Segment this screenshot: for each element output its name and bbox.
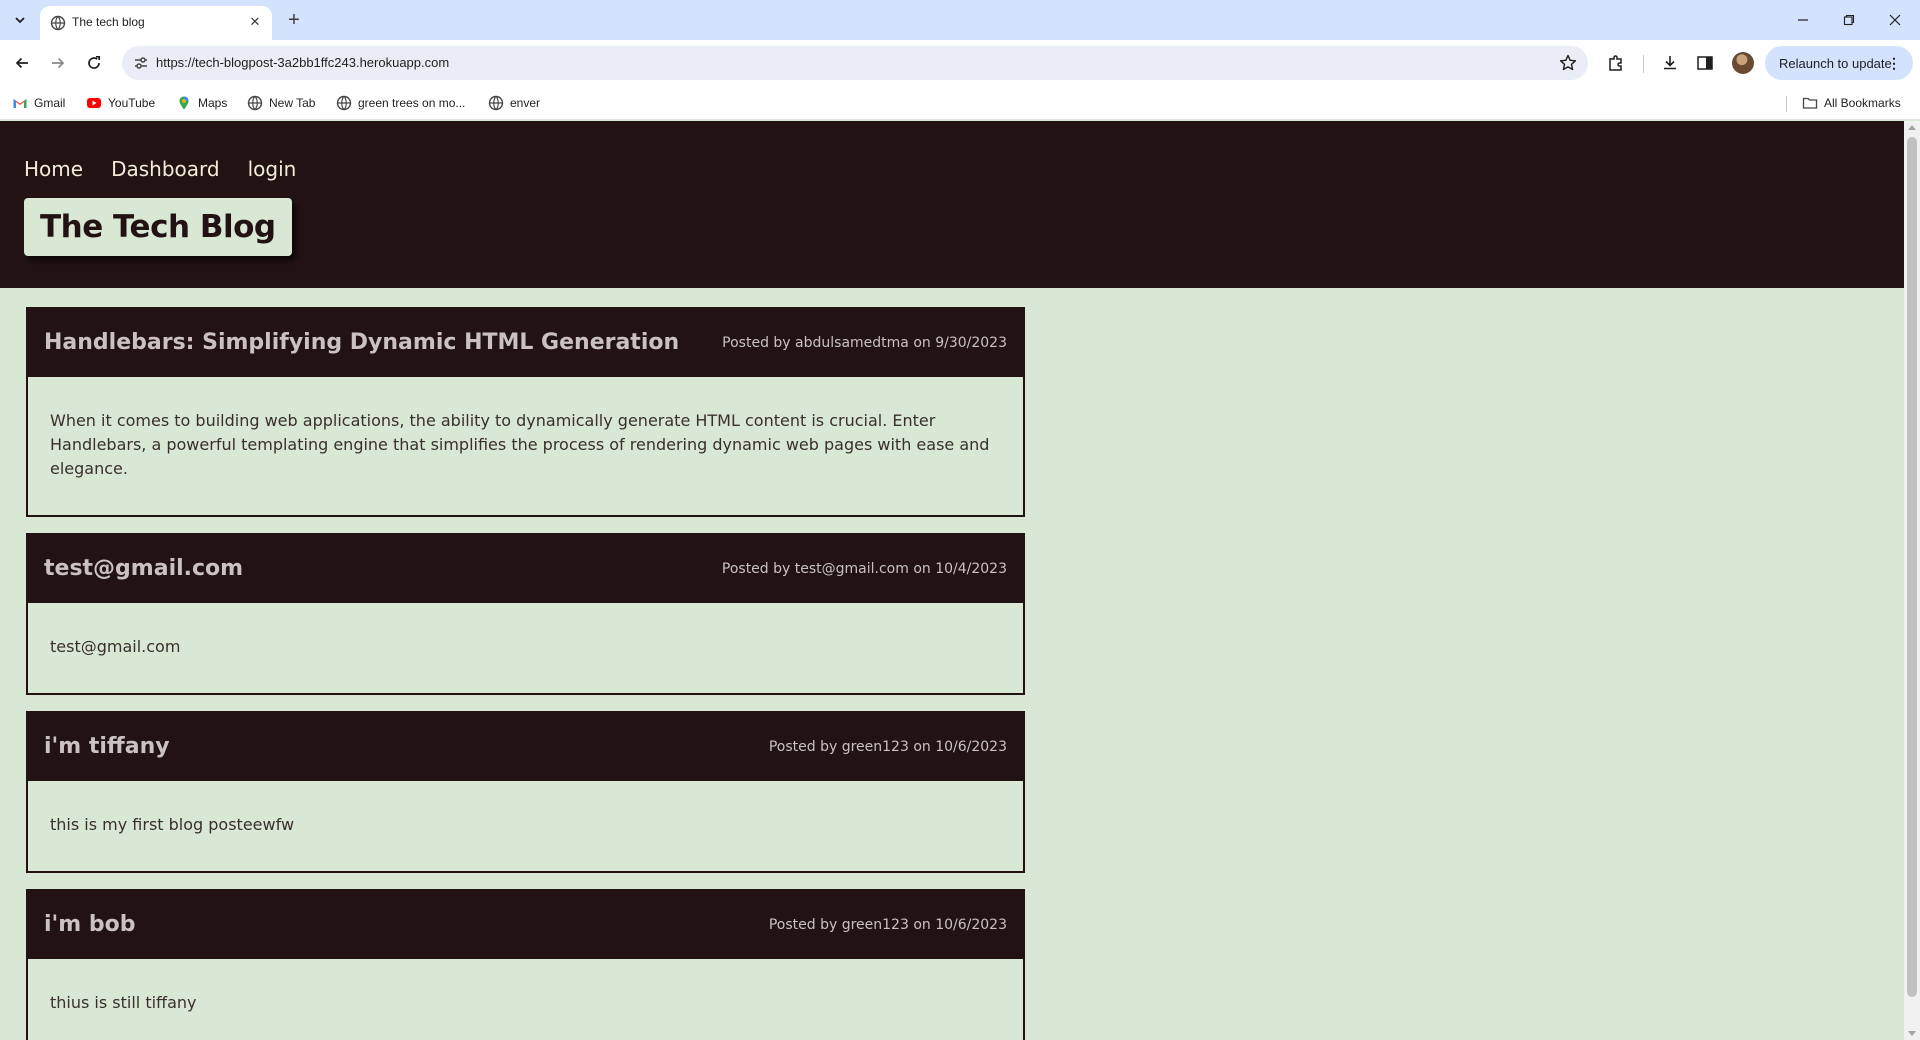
post-header: Handlebars: Simplifying Dynamic HTML Gen… [28, 309, 1023, 377]
globe-icon [488, 95, 504, 111]
address-bar[interactable]: https://tech-blogpost-3a2bb1ffc243.herok… [122, 46, 1588, 80]
post-title[interactable]: i'm tiffany [44, 713, 170, 781]
bookmark-gmail[interactable]: Gmail [12, 92, 65, 114]
page-scrollbar[interactable] [1904, 121, 1920, 1040]
scroll-up-arrow-icon[interactable] [1908, 125, 1916, 130]
post-body: thius is still tiffany [28, 959, 1023, 1040]
bookmark-label: Gmail [34, 96, 66, 110]
page-viewport: Home Dashboard login The Tech Blog Handl… [0, 121, 1904, 1040]
restore-icon[interactable] [1826, 6, 1872, 34]
active-tab[interactable]: The tech blog ✕ [40, 6, 272, 40]
reload-icon[interactable] [80, 49, 108, 77]
post-body: When it comes to building web applicatio… [28, 377, 1023, 515]
folder-icon [1802, 95, 1818, 111]
bookmark-label: Maps [198, 96, 228, 110]
post-card[interactable]: Handlebars: Simplifying Dynamic HTML Gen… [26, 307, 1025, 517]
bookmark-enver[interactable]: enver [488, 92, 540, 114]
more-vert-icon: ⋮ [1887, 55, 1901, 71]
close-tab-icon[interactable]: ✕ [246, 13, 264, 31]
post-card[interactable]: i'm bob Posted by green123 on 10/6/2023 … [26, 889, 1025, 1040]
post-header: i'm tiffany Posted by green123 on 10/6/2… [28, 713, 1023, 781]
bookmarks-bar: Gmail YouTube Maps New Tab green trees o… [0, 86, 1920, 120]
post-card[interactable]: test@gmail.com Posted by test@gmail.com … [26, 533, 1025, 695]
bookmark-maps[interactable]: Maps [176, 92, 227, 114]
nav-login-link[interactable]: login [248, 157, 297, 181]
minimize-icon[interactable] [1780, 6, 1826, 34]
bookmark-star-icon[interactable] [1558, 53, 1578, 73]
site-nav: Home Dashboard login [24, 157, 296, 181]
globe-icon [336, 95, 352, 111]
extensions-puzzle-icon[interactable] [1605, 52, 1627, 74]
toolbar-divider [1643, 55, 1644, 73]
relaunch-to-update-button[interactable]: Relaunch to update ⋮ [1765, 46, 1913, 80]
browser-toolbar: https://tech-blogpost-3a2bb1ffc243.herok… [0, 40, 1920, 86]
nav-dashboard-link[interactable]: Dashboard [111, 157, 220, 181]
site-header: Home Dashboard login The Tech Blog [0, 121, 1904, 288]
post-header: i'm bob Posted by green123 on 10/6/2023 [28, 891, 1023, 959]
tab-strip: The tech blog ✕ + [0, 0, 1920, 40]
url-text[interactable]: https://tech-blogpost-3a2bb1ffc243.herok… [156, 55, 449, 70]
bookmark-label: New Tab [269, 96, 316, 110]
forward-arrow-icon[interactable] [44, 49, 72, 77]
site-brand: The Tech Blog [24, 198, 292, 256]
bookmark-new-tab[interactable]: New Tab [247, 92, 315, 114]
scrollbar-thumb[interactable] [1907, 137, 1917, 997]
side-panel-icon[interactable] [1694, 52, 1716, 74]
youtube-icon [86, 95, 102, 111]
post-header: test@gmail.com Posted by test@gmail.com … [28, 535, 1023, 603]
globe-icon [247, 95, 263, 111]
post-list: Handlebars: Simplifying Dynamic HTML Gen… [26, 307, 1025, 1040]
site-info-tune-icon[interactable] [132, 54, 150, 72]
back-arrow-icon[interactable] [8, 49, 36, 77]
tab-title: The tech blog [72, 15, 145, 29]
relaunch-label: Relaunch to update [1779, 55, 1892, 71]
bookmark-label: enver [510, 96, 541, 110]
post-title[interactable]: Handlebars: Simplifying Dynamic HTML Gen… [44, 309, 679, 377]
bookmark-label: green trees on mo... [358, 96, 466, 110]
post-body: test@gmail.com [28, 603, 1023, 693]
maps-icon [176, 95, 192, 111]
bookmark-youtube[interactable]: YouTube [86, 92, 155, 114]
bookmarks-divider [1786, 96, 1787, 112]
tab-search-chevron-icon[interactable] [8, 8, 32, 32]
gmail-icon [12, 95, 28, 111]
bookmark-label: YouTube [108, 96, 156, 110]
post-meta: Posted by abdulsamedtma on 9/30/2023 [722, 335, 1007, 351]
download-icon[interactable] [1659, 52, 1681, 74]
all-bookmarks-label: All Bookmarks [1824, 96, 1901, 110]
post-title[interactable]: test@gmail.com [44, 535, 243, 603]
post-meta: Posted by green123 on 10/6/2023 [768, 739, 1007, 755]
post-meta: Posted by test@gmail.com on 10/4/2023 [721, 561, 1007, 577]
post-card[interactable]: i'm tiffany Posted by green123 on 10/6/2… [26, 711, 1025, 873]
bookmark-green-trees[interactable]: green trees on mo... [336, 92, 465, 114]
site-title: The Tech Blog [40, 209, 276, 245]
close-window-icon[interactable] [1872, 6, 1918, 34]
post-body: this is my first blog posteewfw [28, 781, 1023, 871]
nav-home-link[interactable]: Home [24, 157, 83, 181]
all-bookmarks-button[interactable]: All Bookmarks [1802, 92, 1901, 114]
new-tab-plus-icon[interactable]: + [282, 8, 306, 32]
profile-avatar[interactable] [1732, 52, 1754, 74]
globe-icon [50, 15, 66, 31]
scroll-down-arrow-icon[interactable] [1908, 1031, 1916, 1036]
post-meta: Posted by green123 on 10/6/2023 [768, 917, 1007, 933]
post-title[interactable]: i'm bob [44, 891, 135, 959]
